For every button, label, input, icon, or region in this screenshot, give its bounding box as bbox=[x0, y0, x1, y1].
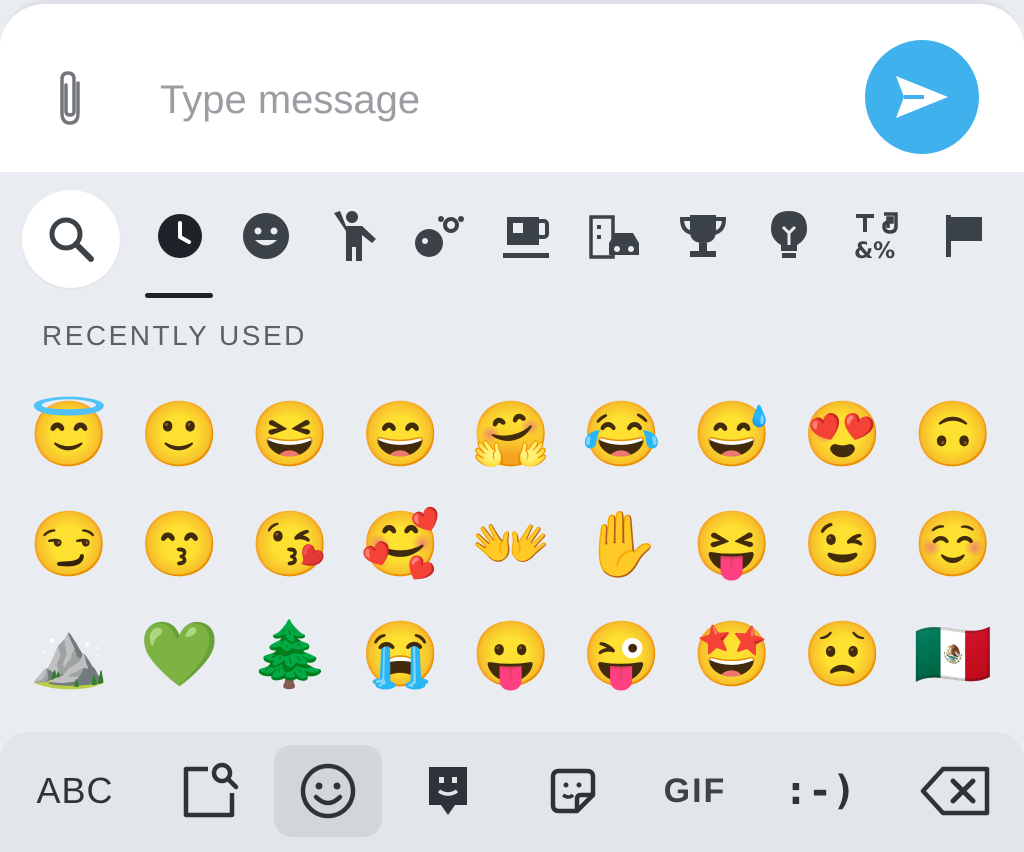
send-icon bbox=[896, 76, 948, 118]
message-input[interactable] bbox=[160, 68, 800, 132]
emoji-keyboard-button[interactable] bbox=[274, 745, 382, 837]
backspace-button[interactable] bbox=[905, 745, 1005, 837]
tab-flags[interactable] bbox=[932, 206, 996, 266]
smiley-icon bbox=[243, 213, 289, 259]
emoji-search-sticker-button[interactable] bbox=[160, 745, 260, 837]
tab-food[interactable] bbox=[495, 206, 559, 266]
symbols-icon: &% bbox=[854, 212, 898, 262]
emoji-key[interactable]: 🌲 bbox=[235, 600, 346, 710]
coffee-cup-icon bbox=[503, 217, 549, 258]
emoticon-button[interactable]: :-) bbox=[770, 745, 870, 837]
tab-recent[interactable] bbox=[148, 206, 212, 266]
sticker-icon bbox=[550, 768, 596, 814]
emoji-key[interactable]: 😂 bbox=[567, 380, 678, 490]
emoji-grid: 😇 🙂 😆 😄 🤗 😂 😅 😍 🙃 😏 😙 😘 🥰 👐 ✋ 😝 😉 ☺️ ⛰️ … bbox=[14, 380, 1009, 710]
emoji-key[interactable]: 👐 bbox=[456, 490, 567, 600]
building-car-icon bbox=[589, 215, 639, 259]
emoji-key[interactable]: ☺️ bbox=[898, 490, 1009, 600]
person-waving-icon bbox=[334, 211, 376, 261]
emoji-key[interactable]: 🇲🇽 bbox=[898, 600, 1009, 710]
bitmoji-icon bbox=[429, 767, 467, 815]
bitmoji-button[interactable] bbox=[400, 745, 496, 837]
svg-text:&%: &% bbox=[854, 239, 895, 262]
trophy-icon bbox=[679, 215, 727, 257]
nature-icon bbox=[415, 216, 464, 257]
emoji-key[interactable]: 🥰 bbox=[346, 490, 457, 600]
emoji-key[interactable]: 😇 bbox=[14, 380, 125, 490]
emoji-key[interactable]: 😙 bbox=[125, 490, 236, 600]
flag-icon bbox=[946, 215, 982, 257]
tab-objects[interactable] bbox=[757, 206, 821, 266]
smiley-outline-icon bbox=[300, 763, 356, 819]
emoji-key[interactable]: 😜 bbox=[567, 600, 678, 710]
emoji-key[interactable]: 😏 bbox=[14, 490, 125, 600]
emoji-key[interactable]: 😉 bbox=[788, 490, 899, 600]
emoji-key[interactable]: 😭 bbox=[346, 600, 457, 710]
emoji-key[interactable]: 🙂 bbox=[125, 380, 236, 490]
emoji-key[interactable]: 😝 bbox=[677, 490, 788, 600]
emoji-key[interactable]: 😟 bbox=[788, 600, 899, 710]
emoji-key[interactable]: 🙃 bbox=[898, 380, 1009, 490]
gif-button[interactable]: GIF bbox=[640, 745, 750, 837]
active-tab-indicator bbox=[145, 293, 213, 298]
emoji-key[interactable]: 😘 bbox=[235, 490, 346, 600]
tab-smileys[interactable] bbox=[234, 206, 298, 266]
emoji-key[interactable]: 😛 bbox=[456, 600, 567, 710]
emoji-key[interactable]: 🤗 bbox=[456, 380, 567, 490]
tab-symbols[interactable]: &% bbox=[845, 206, 909, 266]
emoji-key[interactable]: ✋ bbox=[567, 490, 678, 600]
tab-people[interactable] bbox=[321, 206, 385, 266]
keyboard-toolbar bbox=[0, 732, 1024, 852]
paperclip-icon bbox=[60, 71, 80, 125]
emoji-search-button[interactable] bbox=[22, 190, 120, 288]
abc-keyboard-button[interactable]: ABC bbox=[20, 745, 130, 837]
compose-bar bbox=[0, 0, 1024, 172]
send-button[interactable] bbox=[865, 40, 979, 154]
clock-icon bbox=[158, 214, 202, 258]
emoji-key[interactable]: 😍 bbox=[788, 380, 899, 490]
emoji-key[interactable]: 🤩 bbox=[677, 600, 788, 710]
section-title: RECENTLY USED bbox=[42, 320, 307, 351]
backspace-icon bbox=[920, 766, 990, 816]
emoji-key[interactable]: ⛰️ bbox=[14, 600, 125, 710]
tab-travel[interactable] bbox=[582, 206, 646, 266]
emoji-key[interactable]: 😅 bbox=[677, 380, 788, 490]
emoji-key[interactable]: 💚 bbox=[125, 600, 236, 710]
search-icon bbox=[49, 217, 94, 262]
emoji-key[interactable]: 😆 bbox=[235, 380, 346, 490]
attach-button[interactable] bbox=[44, 64, 96, 134]
sticker-search-icon bbox=[183, 762, 239, 818]
sticker-button[interactable] bbox=[525, 745, 621, 837]
tab-nature[interactable] bbox=[407, 206, 471, 266]
emoji-key[interactable]: 😄 bbox=[346, 380, 457, 490]
tab-activities[interactable] bbox=[671, 206, 735, 266]
lightbulb-icon bbox=[771, 211, 807, 258]
